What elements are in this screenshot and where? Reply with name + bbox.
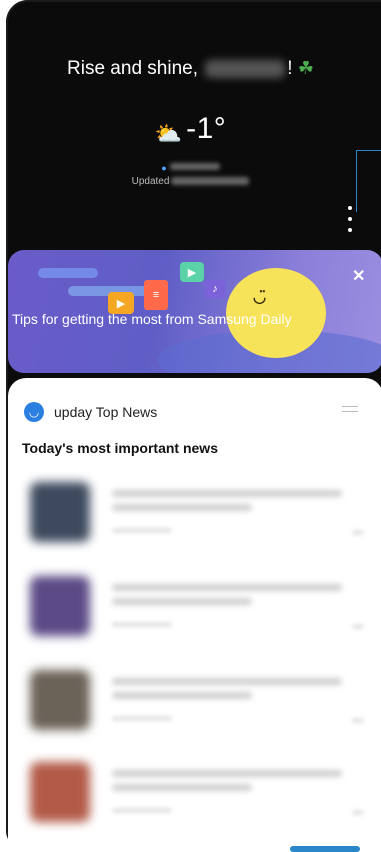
news-headline-blurred [112, 490, 342, 497]
temperature: -1° [186, 112, 227, 145]
bottom-indicator [290, 846, 360, 852]
location-pin-icon: ● [161, 163, 167, 173]
news-meta-blurred [112, 716, 172, 721]
document-icon: ≡ [144, 280, 168, 310]
location: ● [0, 158, 381, 176]
news-headline-blurred [112, 678, 342, 685]
smile-face-icon: ◡̈ [253, 289, 267, 306]
more-options-icon[interactable] [344, 206, 356, 232]
upday-logo-icon: ◡ [24, 402, 44, 422]
news-meta-blurred [352, 718, 364, 723]
tips-text: Tips for getting the most from Samsung D… [12, 311, 292, 327]
greeting-suffix: ! [287, 58, 293, 79]
greeting-prefix: Rise and shine, [67, 58, 198, 79]
news-list-item[interactable] [22, 666, 370, 740]
callout-line-more-options [356, 150, 381, 212]
drag-handle-icon[interactable] [342, 406, 358, 412]
news-source-title: upday Top News [54, 404, 158, 420]
news-meta-blurred [112, 808, 172, 813]
updated-row: Updated [0, 176, 381, 187]
news-meta-blurred [112, 528, 172, 533]
news-meta-blurred [352, 530, 364, 535]
decorative-stripe [38, 268, 98, 278]
news-list-item[interactable] [22, 572, 370, 646]
news-meta-blurred [112, 622, 172, 627]
updated-label: Updated [131, 176, 170, 187]
news-headline-blurred [112, 692, 252, 699]
clover-icon: ☘ [297, 58, 314, 78]
news-headline-blurred [112, 504, 252, 511]
partly-cloudy-icon: ⛅ [154, 120, 183, 146]
news-thumbnail [30, 670, 90, 730]
play-icon: ▶ [180, 262, 204, 282]
news-headline-blurred [112, 598, 252, 605]
news-thumbnail [30, 762, 90, 822]
weather-widget[interactable]: ⛅ -1° [0, 112, 381, 147]
news-headline-blurred [112, 584, 342, 591]
news-headline-blurred [112, 770, 342, 777]
news-headline-blurred [112, 784, 252, 791]
news-list-item[interactable] [22, 478, 370, 552]
updated-time-blurred [171, 177, 250, 186]
news-subtitle: Today's most important news [22, 440, 218, 456]
news-meta-blurred [352, 810, 364, 815]
user-name-blurred [205, 59, 286, 78]
news-list-item[interactable] [22, 758, 370, 832]
news-thumbnail [30, 482, 90, 542]
location-name-blurred [169, 163, 220, 171]
news-meta-blurred [352, 624, 364, 629]
greeting: Rise and shine, ! ☘ [0, 58, 381, 80]
music-note-icon: ♪ [204, 280, 226, 298]
close-icon[interactable]: ✕ [352, 266, 365, 286]
news-thumbnail [30, 576, 90, 636]
